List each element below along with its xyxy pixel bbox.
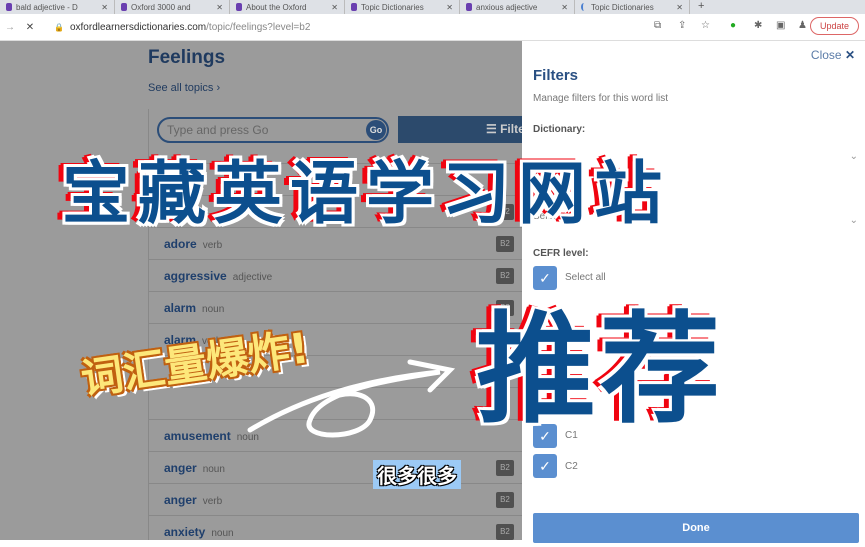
part-of-speech: adjective [232,272,273,283]
level-badge: B2 [496,460,514,476]
tab-title: bald adjective - D [16,2,78,12]
filters-title: Filters [533,67,579,84]
browser-tab[interactable]: About the Oxford ✕ [230,0,345,14]
go-button[interactable]: Go [366,120,386,140]
word-link[interactable]: amusement [164,429,231,443]
url-path: /topic/feelings?level=b2 [206,21,311,33]
browser-tab[interactable]: Topic Dictionaries ✕ [345,0,460,14]
close-icon[interactable]: ✕ [216,3,223,12]
word-link[interactable]: anger [164,493,197,507]
close-icon[interactable]: ✕ [101,3,108,12]
close-icon[interactable]: ✕ [561,3,568,12]
favicon-icon [236,3,242,11]
new-tab-icon[interactable]: + [690,0,712,14]
word-list-main: Feelings See all topics › Type and press… [148,41,538,540]
word-link[interactable]: alarm [164,301,196,315]
favicon-icon [6,3,12,11]
part-of-speech: noun [202,304,225,315]
word-link[interactable]: anger [164,461,197,475]
dictionary-label: Dictionary: [533,124,586,135]
table-row[interactable]: alarm noun B2 [149,291,523,323]
see-all-topics-link[interactable]: See all topics › [148,82,220,94]
word-link[interactable]: adore [164,237,197,251]
part-of-speech: noun [202,464,225,475]
part-of-speech: noun [211,528,234,539]
level-badge: B2 [496,524,514,540]
filters-subtitle: Manage filters for this word list [533,93,669,104]
page-title: Feelings [148,47,226,68]
tab-bar: bald adjective - D ✕ Oxford 3000 and ✕ Abo… [0,0,865,14]
close-label: Close [810,48,842,62]
done-button[interactable]: Done [533,513,859,543]
close-icon[interactable]: ✕ [676,3,683,12]
url-domain: oxfordlearnersdictionaries.com [69,21,207,33]
overlay-recommend: 推荐 [476,301,724,440]
tab-title: About the Oxford [246,2,307,12]
c2-label: C2 [565,461,578,472]
chevron-down-icon: ⌄ [849,151,858,162]
tab-title: anxious adjective [476,2,538,12]
browser-tab[interactable]: Oxford 3000 and ✕ [115,0,230,14]
profile-icon[interactable]: ♟ [798,20,807,31]
search-placeholder: Type and press Go [167,123,269,137]
tab-title: Topic Dictionaries [361,2,424,12]
address-bar: → ✕ 🔒 oxfordlearnersdictionaries.com/top… [0,14,865,41]
cefr-label: CEFR level: [533,248,589,259]
share-icon[interactable]: ⇪ [678,20,686,31]
extension-icon[interactable]: ● [730,20,736,31]
stop-icon[interactable]: ✕ [20,22,40,33]
table-row[interactable]: anger verb B2 [149,483,523,515]
favicon-icon [466,3,472,11]
close-icon[interactable]: ✕ [446,3,453,12]
overlay-title: 宝藏英语学习网站 [62,155,671,234]
browser-tab-active[interactable]: Topic Dictionaries ✕ [575,0,690,14]
lock-icon: 🔒 [54,22,64,32]
overlay-caption: 很多很多 [373,460,461,489]
star-icon[interactable]: ☆ [701,20,710,31]
level-badge: B2 [496,236,514,252]
table-row[interactable]: aggressive adjective B2 [149,259,523,291]
url-field[interactable]: oxfordlearnersdictionaries.com/topic/fee… [70,22,310,33]
tab-title: Topic Dictionaries [591,2,654,12]
browser-tab[interactable]: bald adjective - D ✕ [0,0,115,14]
sidebar-icon[interactable]: ▣ [776,20,785,31]
forward-icon[interactable]: → [0,22,20,33]
level-badge: B2 [496,492,514,508]
loading-icon [581,3,587,11]
close-icon[interactable]: ✕ [331,3,338,12]
c2-checkbox[interactable]: ✓ [533,454,557,478]
puzzle-icon[interactable]: ✱ [754,20,762,31]
table-row[interactable]: anxiety noun B2 [149,515,523,547]
table-row[interactable]: anger noun B2 [149,451,523,483]
chevron-down-icon: ⌄ [849,215,858,226]
close-button[interactable]: Close ✕ [811,48,855,62]
close-icon: ✕ [844,48,855,62]
favicon-icon [121,3,127,11]
browser-tab[interactable]: anxious adjective ✕ [460,0,575,14]
word-link[interactable]: aggressive [164,269,227,283]
part-of-speech: verb [202,240,223,251]
word-link[interactable]: anxiety [164,525,205,539]
tab-title: Oxford 3000 and [131,2,191,12]
part-of-speech: verb [202,496,223,507]
favicon-icon [351,3,357,11]
translate-icon[interactable]: ⧉ [654,20,661,31]
update-button[interactable]: Update [809,17,859,35]
